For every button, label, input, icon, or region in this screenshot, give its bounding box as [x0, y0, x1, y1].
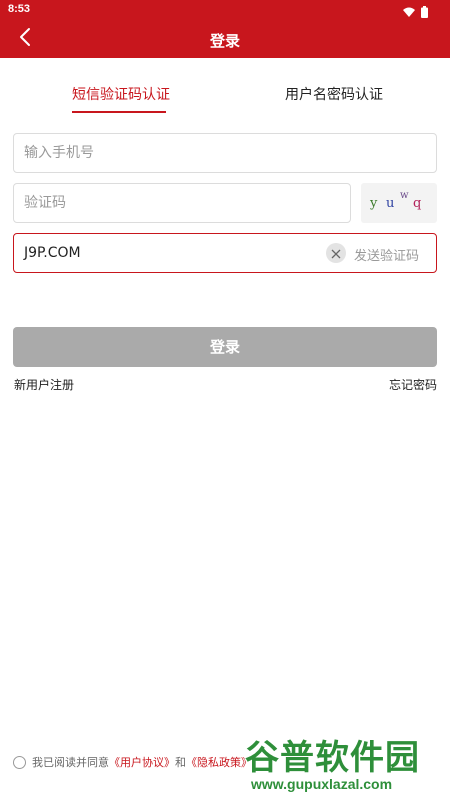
captcha-char: q — [413, 196, 422, 211]
tab-sms-auth[interactable]: 短信验证码认证 — [72, 84, 170, 104]
sms-code-value: J9P.COM — [24, 245, 81, 261]
auth-tabs: 短信验证码认证 用户名密码认证 — [0, 76, 450, 116]
captcha-field — [13, 183, 351, 223]
page-title: 登录 — [209, 32, 240, 50]
agreement-row: 我已阅读并同意 《用户协议》 和 《隐私政策》 — [13, 754, 252, 770]
captcha-input[interactable] — [14, 184, 350, 222]
status-bar: 8:53 — [0, 0, 450, 20]
register-link[interactable]: 新用户注册 — [14, 376, 74, 393]
forgot-password-link[interactable]: 忘记密码 — [389, 376, 437, 393]
sms-code-field[interactable]: J9P.COM 发送验证码 — [13, 233, 437, 273]
phone-input[interactable] — [14, 134, 436, 172]
app-bar: 登录 — [0, 20, 450, 58]
send-code-button[interactable]: 发送验证码 — [354, 245, 419, 264]
captcha-char: y — [370, 196, 378, 211]
captcha-char: w — [400, 190, 409, 201]
user-agreement-link[interactable]: 《用户协议》 — [109, 754, 175, 770]
agreement-prefix: 我已阅读并同意 — [32, 756, 109, 769]
captcha-image[interactable]: y u w q — [361, 183, 437, 223]
clear-icon — [331, 244, 341, 263]
clear-button[interactable] — [326, 243, 346, 263]
agreement-checkbox[interactable] — [13, 755, 26, 769]
watermark: 谷普软件园 www.gupuxlazal.com — [245, 728, 447, 798]
login-button[interactable]: 登录 — [13, 327, 437, 367]
watermark-url: www.gupuxlazal.com — [251, 776, 393, 792]
agreement-and: 和 — [175, 756, 186, 769]
tab-password-auth[interactable]: 用户名密码认证 — [285, 84, 383, 104]
status-time: 8:53 — [8, 3, 31, 15]
tab-active-indicator — [72, 111, 166, 113]
watermark-title: 谷普软件园 — [245, 738, 420, 778]
captcha-char: u — [386, 196, 395, 211]
phone-field — [13, 133, 437, 173]
privacy-policy-link[interactable]: 《隐私政策》 — [186, 754, 252, 770]
